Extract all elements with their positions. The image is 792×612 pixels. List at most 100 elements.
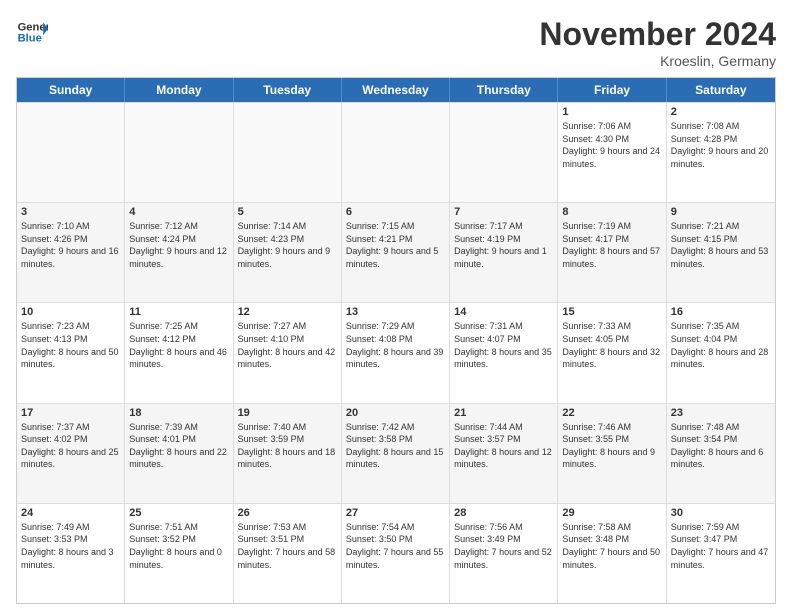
cell-info-5: Sunrise: 7:14 AM Sunset: 4:23 PM Dayligh… bbox=[238, 220, 337, 270]
cal-cell-4-5: 29Sunrise: 7:58 AM Sunset: 3:48 PM Dayli… bbox=[558, 504, 666, 603]
day-number-5: 5 bbox=[238, 206, 337, 218]
title-block: November 2024 Kroeslin, Germany bbox=[539, 16, 776, 69]
svg-text:Blue: Blue bbox=[18, 33, 42, 45]
cell-info-11: Sunrise: 7:25 AM Sunset: 4:12 PM Dayligh… bbox=[129, 320, 228, 370]
cell-info-18: Sunrise: 7:39 AM Sunset: 4:01 PM Dayligh… bbox=[129, 421, 228, 471]
cal-cell-1-4: 7 Sunrise: 7:17 AM Sunset: 4:19 PM Daylig… bbox=[450, 203, 558, 302]
day-number-16: 16 bbox=[671, 306, 771, 318]
header-monday: Monday bbox=[125, 78, 233, 102]
day-number-10: 10 bbox=[21, 306, 120, 318]
cell-info-20: Sunrise: 7:42 AM Sunset: 3:58 PM Dayligh… bbox=[346, 421, 445, 471]
day-number-23: 23 bbox=[671, 407, 771, 419]
day-number-11: 11 bbox=[129, 306, 228, 318]
cal-cell-4-0: 24Sunrise: 7:49 AM Sunset: 3:53 PM Dayli… bbox=[17, 504, 125, 603]
calendar-header: Sunday Monday Tuesday Wednesday Thursday… bbox=[17, 78, 775, 102]
cal-cell-2-0: 10 Sunrise: 7:23 AM Sunset: 4:13 PM Dayli… bbox=[17, 303, 125, 402]
cal-cell-3-2: 19 Sunrise: 7:40 AM Sunset: 3:59 PM Dayli… bbox=[234, 404, 342, 503]
week-row-4: 17 Sunrise: 7:37 AM Sunset: 4:02 PM Dayli… bbox=[17, 403, 775, 503]
cell-info-8: Sunrise: 7:19 AM Sunset: 4:17 PM Dayligh… bbox=[562, 220, 661, 270]
cal-cell-3-0: 17 Sunrise: 7:37 AM Sunset: 4:02 PM Dayli… bbox=[17, 404, 125, 503]
day-number-29: 29 bbox=[562, 507, 661, 519]
day-number-14: 14 bbox=[454, 306, 553, 318]
cal-cell-0-3 bbox=[342, 103, 450, 202]
day-number-8: 8 bbox=[562, 206, 661, 218]
day-number-2: 2 bbox=[671, 106, 771, 118]
cal-cell-4-1: 25 Sunrise: 7:51 AM Sunset: 3:52 PM Dayli… bbox=[125, 504, 233, 603]
day-number-25: 25 bbox=[129, 507, 228, 519]
header-friday: Friday bbox=[558, 78, 666, 102]
day-number-27: 27 bbox=[346, 507, 445, 519]
cell-info-30: Sunrise: 7:59 AM Sunset: 3:47 PM Dayligh… bbox=[671, 521, 771, 571]
cell-info-4: Sunrise: 7:12 AM Sunset: 4:24 PM Dayligh… bbox=[129, 220, 228, 270]
cell-info-14: Sunrise: 7:31 AM Sunset: 4:07 PM Dayligh… bbox=[454, 320, 553, 370]
cell-info-6: Sunrise: 7:15 AM Sunset: 4:21 PM Dayligh… bbox=[346, 220, 445, 270]
week-row-3: 10 Sunrise: 7:23 AM Sunset: 4:13 PM Dayli… bbox=[17, 302, 775, 402]
cell-info-9: Sunrise: 7:21 AM Sunset: 4:15 PM Dayligh… bbox=[671, 220, 771, 270]
cal-cell-4-4: 28 Sunrise: 7:56 AM Sunset: 3:49 PM Dayli… bbox=[450, 504, 558, 603]
day-number-20: 20 bbox=[346, 407, 445, 419]
day-number-26: 26 bbox=[238, 507, 337, 519]
cal-cell-1-6: 9Sunrise: 7:21 AM Sunset: 4:15 PM Daylig… bbox=[667, 203, 775, 302]
cell-info-19: Sunrise: 7:40 AM Sunset: 3:59 PM Dayligh… bbox=[238, 421, 337, 471]
page: General Blue November 2024 Kroeslin, Ger… bbox=[0, 0, 792, 612]
week-row-5: 24Sunrise: 7:49 AM Sunset: 3:53 PM Dayli… bbox=[17, 503, 775, 603]
cal-cell-3-3: 20 Sunrise: 7:42 AM Sunset: 3:58 PM Dayli… bbox=[342, 404, 450, 503]
header-wednesday: Wednesday bbox=[342, 78, 450, 102]
day-number-7: 7 bbox=[454, 206, 553, 218]
header: General Blue November 2024 Kroeslin, Ger… bbox=[16, 16, 776, 69]
week-row-1: 1Sunrise: 7:06 AM Sunset: 4:30 PM Daylig… bbox=[17, 102, 775, 202]
day-number-19: 19 bbox=[238, 407, 337, 419]
cal-cell-0-4 bbox=[450, 103, 558, 202]
cell-info-26: Sunrise: 7:53 AM Sunset: 3:51 PM Dayligh… bbox=[238, 521, 337, 571]
cell-info-16: Sunrise: 7:35 AM Sunset: 4:04 PM Dayligh… bbox=[671, 320, 771, 370]
cal-cell-2-5: 15 Sunrise: 7:33 AM Sunset: 4:05 PM Dayli… bbox=[558, 303, 666, 402]
cell-info-21: Sunrise: 7:44 AM Sunset: 3:57 PM Dayligh… bbox=[454, 421, 553, 471]
week-row-2: 3Sunrise: 7:10 AM Sunset: 4:26 PM Daylig… bbox=[17, 202, 775, 302]
day-number-22: 22 bbox=[562, 407, 661, 419]
day-number-17: 17 bbox=[21, 407, 120, 419]
cell-info-3: Sunrise: 7:10 AM Sunset: 4:26 PM Dayligh… bbox=[21, 220, 120, 270]
cell-info-2: Sunrise: 7:08 AM Sunset: 4:28 PM Dayligh… bbox=[671, 120, 771, 170]
cal-cell-0-6: 2 Sunrise: 7:08 AM Sunset: 4:28 PM Daylig… bbox=[667, 103, 775, 202]
cell-info-25: Sunrise: 7:51 AM Sunset: 3:52 PM Dayligh… bbox=[129, 521, 228, 571]
cal-cell-2-6: 16 Sunrise: 7:35 AM Sunset: 4:04 PM Dayli… bbox=[667, 303, 775, 402]
cell-info-7: Sunrise: 7:17 AM Sunset: 4:19 PM Dayligh… bbox=[454, 220, 553, 270]
cal-cell-4-6: 30 Sunrise: 7:59 AM Sunset: 3:47 PM Dayli… bbox=[667, 504, 775, 603]
day-number-28: 28 bbox=[454, 507, 553, 519]
cal-cell-3-1: 18Sunrise: 7:39 AM Sunset: 4:01 PM Dayli… bbox=[125, 404, 233, 503]
cal-cell-0-1 bbox=[125, 103, 233, 202]
cell-info-10: Sunrise: 7:23 AM Sunset: 4:13 PM Dayligh… bbox=[21, 320, 120, 370]
day-number-24: 24 bbox=[21, 507, 120, 519]
cal-cell-1-5: 8 Sunrise: 7:19 AM Sunset: 4:17 PM Daylig… bbox=[558, 203, 666, 302]
cal-cell-2-2: 12Sunrise: 7:27 AM Sunset: 4:10 PM Dayli… bbox=[234, 303, 342, 402]
cal-cell-2-3: 13Sunrise: 7:29 AM Sunset: 4:08 PM Dayli… bbox=[342, 303, 450, 402]
day-number-21: 21 bbox=[454, 407, 553, 419]
day-number-15: 15 bbox=[562, 306, 661, 318]
header-sunday: Sunday bbox=[17, 78, 125, 102]
cell-info-13: Sunrise: 7:29 AM Sunset: 4:08 PM Dayligh… bbox=[346, 320, 445, 370]
day-number-30: 30 bbox=[671, 507, 771, 519]
cal-cell-0-5: 1Sunrise: 7:06 AM Sunset: 4:30 PM Daylig… bbox=[558, 103, 666, 202]
cal-cell-0-0 bbox=[17, 103, 125, 202]
cal-cell-1-1: 4Sunrise: 7:12 AM Sunset: 4:24 PM Daylig… bbox=[125, 203, 233, 302]
cal-cell-1-2: 5 Sunrise: 7:14 AM Sunset: 4:23 PM Daylig… bbox=[234, 203, 342, 302]
cal-cell-4-3: 27Sunrise: 7:54 AM Sunset: 3:50 PM Dayli… bbox=[342, 504, 450, 603]
cal-cell-2-4: 14 Sunrise: 7:31 AM Sunset: 4:07 PM Dayli… bbox=[450, 303, 558, 402]
cell-info-1: Sunrise: 7:06 AM Sunset: 4:30 PM Dayligh… bbox=[562, 120, 661, 170]
day-number-6: 6 bbox=[346, 206, 445, 218]
header-tuesday: Tuesday bbox=[234, 78, 342, 102]
cal-cell-3-5: 22Sunrise: 7:46 AM Sunset: 3:55 PM Dayli… bbox=[558, 404, 666, 503]
cal-cell-1-3: 6 Sunrise: 7:15 AM Sunset: 4:21 PM Daylig… bbox=[342, 203, 450, 302]
cell-info-15: Sunrise: 7:33 AM Sunset: 4:05 PM Dayligh… bbox=[562, 320, 661, 370]
cal-cell-2-1: 11 Sunrise: 7:25 AM Sunset: 4:12 PM Dayli… bbox=[125, 303, 233, 402]
cell-info-28: Sunrise: 7:56 AM Sunset: 3:49 PM Dayligh… bbox=[454, 521, 553, 571]
location: Kroeslin, Germany bbox=[539, 53, 776, 69]
cal-cell-4-2: 26 Sunrise: 7:53 AM Sunset: 3:51 PM Dayli… bbox=[234, 504, 342, 603]
cell-info-17: Sunrise: 7:37 AM Sunset: 4:02 PM Dayligh… bbox=[21, 421, 120, 471]
logo-icon: General Blue bbox=[16, 16, 48, 48]
header-saturday: Saturday bbox=[667, 78, 775, 102]
month-title: November 2024 bbox=[539, 16, 776, 53]
header-thursday: Thursday bbox=[450, 78, 558, 102]
calendar: Sunday Monday Tuesday Wednesday Thursday… bbox=[16, 77, 776, 604]
cal-cell-3-4: 21 Sunrise: 7:44 AM Sunset: 3:57 PM Dayli… bbox=[450, 404, 558, 503]
